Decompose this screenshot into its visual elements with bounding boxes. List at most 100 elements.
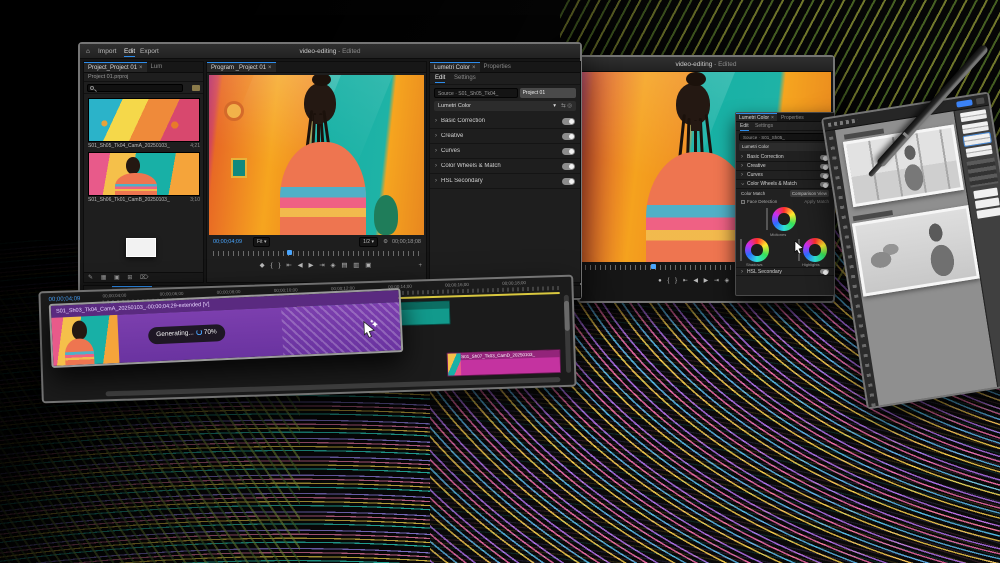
window-menu-icon[interactable] [976, 97, 985, 104]
clip-card[interactable]: S01_Sh05_Tk04_CamA_20250103_ 4;21 [88, 98, 200, 149]
brush-settings-rows[interactable] [966, 158, 998, 188]
window1-titlebar[interactable]: ⌂ Import Edit Export video-editing - Edi… [80, 44, 580, 59]
tab-lumetri-scopes[interactable]: Lum [147, 62, 167, 72]
tab-lumetri-color[interactable]: Lumetri Color× [430, 62, 480, 72]
timeline-clip-pink[interactable]: S01_Sh07_Tk03_CamD_20250103_ [446, 349, 561, 377]
plant-decor [374, 195, 398, 235]
section-creative[interactable]: › Creative [736, 162, 834, 171]
section-curves[interactable]: › Curves [430, 144, 580, 159]
window1-edited-label: - Edited [338, 48, 360, 55]
storyboard-app-window [821, 92, 1000, 410]
section-color-wheels[interactable]: › Color Wheels & Match [430, 159, 580, 174]
lumetri-preset-dropdown[interactable]: Lumetri Color▾ [739, 143, 831, 151]
search-input[interactable] [87, 84, 183, 92]
chevron-down-icon: ▾ [371, 239, 374, 245]
compare-reset-icons[interactable]: ⇆ ◎ [561, 103, 572, 109]
chevron-down-icon: ▾ [264, 239, 267, 245]
fx-toggle[interactable] [562, 178, 575, 185]
tab-properties[interactable]: Properties [777, 113, 808, 121]
brush-preset[interactable] [959, 109, 986, 122]
timeline-horizontal-scrollbar[interactable] [106, 377, 561, 396]
highlights-label: Highlights [802, 262, 820, 267]
lumetri-preset-dropdown[interactable]: Lumetri Color ▾ ⇆ ◎ [434, 101, 576, 111]
face-detection-checkbox[interactable] [741, 200, 745, 204]
lumetri-color-panel-floating: Lumetri Color× Properties Edit Settings … [735, 112, 835, 296]
storyboard-frame-2[interactable] [852, 205, 980, 297]
chevron-right-icon: › [741, 172, 743, 178]
project-panel-footer-icons[interactable]: ✎ ▦ ▣ ⊞ ⌦ [84, 272, 203, 282]
generating-status-pill: Generating...70% [148, 324, 225, 344]
program-monitor-video[interactable] [209, 75, 424, 235]
source-selector[interactable]: Source · S01_Sh05_Tk04_ [434, 88, 518, 98]
fx-toggle[interactable] [562, 118, 575, 125]
comparison-view-button[interactable]: Comparison View [790, 190, 829, 197]
current-timecode[interactable]: 00;00;04;09 [213, 239, 242, 245]
section-hsl-secondary[interactable]: › HSL Secondary [430, 174, 580, 189]
tab-properties[interactable]: Properties [480, 62, 515, 72]
transport-controls[interactable]: ◆ { } ⇤ ◀ ▶ ⇥ ◈ ▤ ▥ ▣ [207, 261, 426, 269]
fx-toggle[interactable] [820, 269, 829, 274]
chevron-down-icon: › [739, 183, 745, 185]
clip-thumbnail[interactable] [88, 152, 200, 196]
mouse-cursor [794, 241, 804, 254]
settings-wrench-icon[interactable]: ⚙ [383, 239, 388, 245]
section-basic-correction[interactable]: › Basic Correction [736, 153, 834, 162]
share-button[interactable] [956, 99, 973, 107]
toolbar-icons[interactable] [828, 118, 858, 127]
apply-match-button[interactable]: Apply Match [804, 199, 829, 204]
fx-toggle[interactable] [820, 173, 829, 178]
subtab-settings[interactable]: Settings [755, 123, 773, 129]
wall-frame [231, 158, 247, 178]
fx-toggle[interactable] [562, 163, 575, 170]
tab-lumetri-color[interactable]: Lumetri Color× [736, 113, 777, 121]
folder-icon[interactable] [192, 85, 200, 91]
shadows-wheel[interactable] [745, 238, 769, 262]
subject-sweater [280, 142, 366, 235]
playhead-marker[interactable] [651, 264, 656, 269]
tab-project[interactable]: Project_Project 01× [84, 62, 147, 72]
section-color-wheels[interactable]: › Color Wheels & Match [736, 180, 834, 189]
clip-card[interactable]: S01_Sh06_Tk01_CamB_20250103_ 3;10 [88, 152, 200, 203]
subtab-edit[interactable]: Edit [435, 75, 445, 83]
highlights-wheel[interactable] [803, 238, 827, 262]
window2-edited-label: - Edited [714, 61, 736, 68]
zoom-level-dropdown[interactable]: Fit ▾ [253, 237, 270, 247]
generating-progress: 70% [204, 328, 217, 336]
section-basic-correction[interactable]: › Basic Correction [430, 114, 580, 129]
midtones-wheel[interactable] [772, 207, 796, 231]
subtab-edit[interactable]: Edit [740, 123, 749, 131]
chevron-right-icon: › [741, 163, 743, 169]
close-icon[interactable]: × [139, 65, 143, 71]
close-icon[interactable]: × [472, 65, 476, 71]
program-mini-ruler[interactable] [213, 251, 422, 256]
subtab-settings[interactable]: Settings [454, 75, 476, 81]
face-detection-label: Face Detection [747, 199, 804, 204]
midtones-slider[interactable] [766, 208, 768, 230]
section-creative[interactable]: › Creative [430, 129, 580, 144]
fx-toggle[interactable] [562, 133, 575, 140]
brush-preset[interactable] [961, 121, 988, 134]
timeline-vertical-scrollbar[interactable] [564, 295, 571, 373]
bin-breadcrumb[interactable]: Project 01.prproj [84, 73, 203, 82]
clip-thumbnail[interactable] [88, 98, 200, 142]
layer-thumbnail[interactable] [976, 207, 1000, 219]
shadows-slider[interactable] [740, 239, 742, 261]
close-icon[interactable]: × [771, 115, 774, 121]
section-curves[interactable]: › Curves [736, 171, 834, 180]
playback-resolution-dropdown[interactable]: 1/2 ▾ [359, 237, 378, 247]
fx-toggle[interactable] [562, 148, 575, 155]
brush-preset-selected[interactable] [963, 133, 990, 146]
tab-program[interactable]: Program _Project 01× [207, 62, 276, 72]
target-project-chip[interactable]: Project 01 [520, 88, 576, 98]
window2-titlebar[interactable]: video-editing - Edited [579, 57, 833, 72]
source-selector[interactable]: Source · S01_Sh05_ [739, 133, 831, 141]
close-icon[interactable]: × [268, 65, 272, 71]
fx-toggle[interactable] [820, 182, 829, 187]
clip-thumbnail [447, 353, 461, 375]
section-hsl-secondary[interactable]: › HSL Secondary [736, 267, 834, 276]
brush-preset[interactable] [965, 145, 992, 158]
dragged-item-ghost[interactable] [126, 238, 156, 257]
clip-duration: 4;21 [190, 143, 200, 149]
playhead-marker[interactable] [287, 250, 292, 255]
button-editor-plus[interactable]: + [418, 263, 422, 269]
